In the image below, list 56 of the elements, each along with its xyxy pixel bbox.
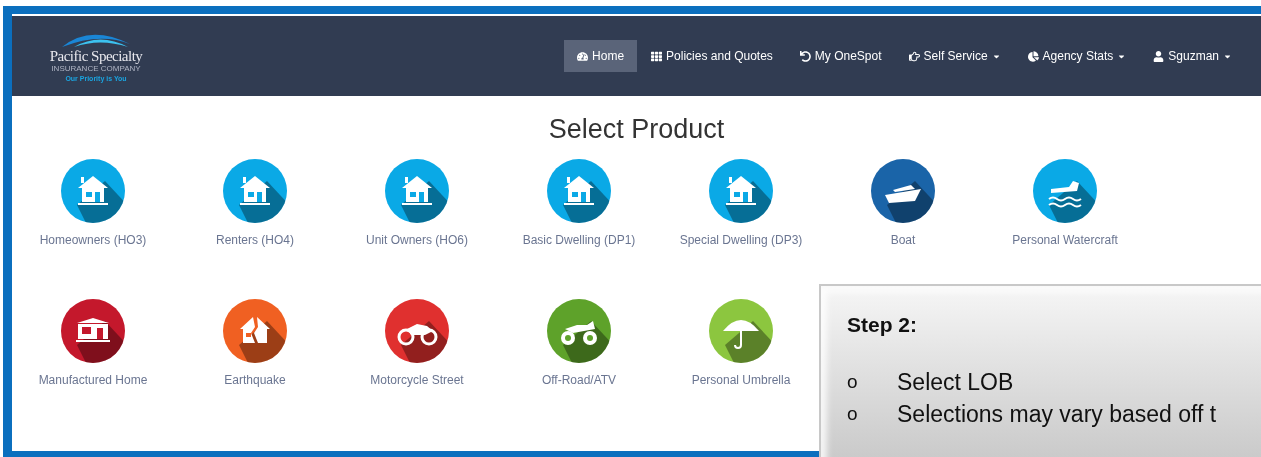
- product-label: Special Dwelling (DP3): [679, 232, 803, 249]
- bullet-marker: o: [847, 401, 859, 426]
- house-icon: [709, 159, 773, 223]
- product-label: Manufactured Home: [38, 372, 148, 389]
- product-tile[interactable]: Personal Umbrella: [660, 299, 822, 389]
- product-label: Personal Watercraft: [1012, 232, 1118, 249]
- product-tile[interactable]: Boat: [822, 159, 984, 249]
- grid-icon: [651, 50, 663, 62]
- house-icon: [385, 159, 449, 223]
- nav-item[interactable]: Policies and Quotes: [638, 40, 786, 72]
- product-tile[interactable]: Motorcycle Street: [336, 299, 498, 389]
- page-title: Select Product: [548, 113, 725, 146]
- product-label: Renters (HO4): [216, 232, 294, 249]
- product-label: Homeowners (HO3): [39, 232, 147, 249]
- motorcycle-icon: [385, 299, 449, 363]
- manufactured-icon: [61, 299, 125, 363]
- house-icon: [223, 159, 287, 223]
- product-tile[interactable]: Manufactured Home: [12, 299, 174, 389]
- product-label: Off-Road/ATV: [541, 372, 617, 389]
- product-label: Earthquake: [224, 372, 286, 389]
- watercraft-icon: [1033, 159, 1097, 223]
- earthquake-icon: [223, 299, 287, 363]
- product-tile[interactable]: Unit Owners (HO6): [336, 159, 498, 249]
- logo-name: Pacific Specialty: [49, 47, 143, 64]
- pointing-hand-icon: [908, 50, 920, 62]
- product-label: Boat: [890, 232, 916, 249]
- product-tile[interactable]: Personal Watercraft: [984, 159, 1146, 249]
- product-tile[interactable]: Renters (HO4): [174, 159, 336, 249]
- undo-icon: [799, 50, 811, 62]
- product-label: Personal Umbrella: [691, 372, 791, 389]
- product-tile[interactable]: Special Dwelling (DP3): [660, 159, 822, 249]
- nav-item[interactable]: Agency Stats: [1014, 40, 1140, 72]
- bullet-text: Select LOB: [897, 367, 1014, 397]
- product-tile[interactable]: Off-Road/ATV: [498, 299, 660, 389]
- nav-item[interactable]: My OneSpot: [786, 40, 895, 72]
- product-tile[interactable]: Homeowners (HO3): [12, 159, 174, 249]
- house-icon: [547, 159, 611, 223]
- pie-chart-icon: [1027, 50, 1039, 62]
- user-icon: [1153, 50, 1165, 62]
- product-tile[interactable]: Basic Dwelling (DP1): [498, 159, 660, 249]
- nav-item[interactable]: Sguzman: [1140, 40, 1245, 72]
- gauge-icon: [577, 50, 589, 62]
- boat-icon: [871, 159, 935, 223]
- logo-subtitle: INSURANCE COMPANY: [51, 63, 141, 74]
- nav-item[interactable]: Home: [564, 40, 638, 72]
- house-icon: [61, 159, 125, 223]
- bullet-text: Selections may vary based off t: [897, 399, 1217, 429]
- bullet-marker: o: [847, 369, 859, 394]
- product-tile[interactable]: Earthquake: [174, 299, 336, 389]
- umbrella-icon: [709, 299, 773, 363]
- nav-item[interactable]: Self Service: [895, 40, 1014, 72]
- atv-icon: [547, 299, 611, 363]
- product-label: Basic Dwelling (DP1): [522, 232, 636, 249]
- callout-heading: Step 2:: [847, 312, 918, 338]
- product-label: Motorcycle Street: [370, 372, 464, 389]
- product-label: Unit Owners (HO6): [366, 232, 468, 249]
